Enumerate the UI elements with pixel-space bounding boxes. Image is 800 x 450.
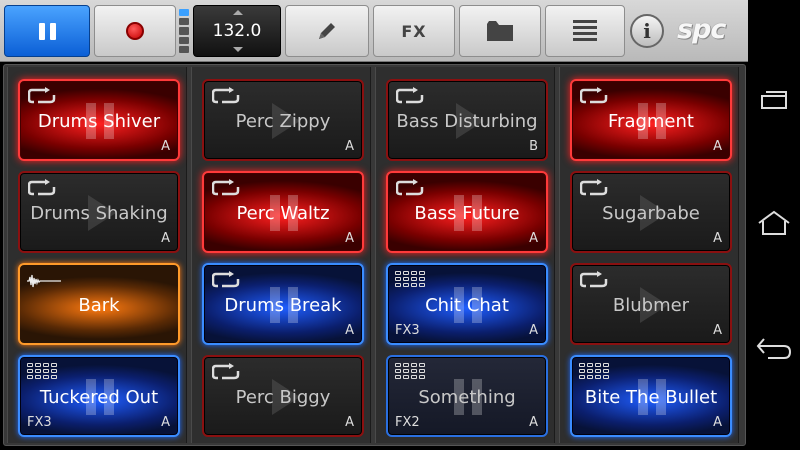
pad-4-4[interactable]: Bite The Bullet A (570, 355, 732, 437)
tempo-value: 132.0 (212, 21, 262, 41)
pause-icon (38, 22, 56, 40)
loop-icon (579, 271, 608, 289)
loop-icon (27, 179, 56, 197)
pad-name: Perc Zippy (235, 111, 331, 132)
loop-icon (579, 179, 608, 197)
loop-icon (395, 87, 424, 105)
sequencer-grid-icon (579, 363, 609, 379)
pad-1-1[interactable]: Drums Shiver A (18, 79, 180, 161)
pad-group-letter: A (345, 415, 354, 430)
pad-group-letter: A (345, 139, 354, 154)
pad-group-letter: A (529, 415, 538, 430)
loop-icon (27, 87, 56, 105)
pad-name: Fragment (608, 111, 694, 132)
pad-2-3[interactable]: Bass Future A (386, 171, 548, 253)
menu-button[interactable] (545, 5, 625, 57)
record-icon (126, 22, 144, 40)
loop-icon (211, 179, 240, 197)
pad-name: Perc Biggy (235, 387, 331, 408)
folder-button[interactable] (459, 5, 541, 57)
toolbar: 132.0 FX i spc (0, 0, 748, 62)
loop-icon (579, 87, 608, 105)
pad-group-letter: A (161, 415, 170, 430)
recent-apps-icon[interactable] (760, 90, 788, 110)
pad-name: Chit Chat (425, 295, 509, 316)
pad-2-1[interactable]: Drums Shaking A (18, 171, 180, 253)
pad-name: Drums Break (224, 295, 342, 316)
pad-2-2[interactable]: Perc Waltz A (202, 171, 364, 253)
pad-name: Bark (78, 295, 120, 316)
list-icon (573, 20, 597, 41)
pad-name: Bass Future (414, 203, 520, 224)
home-icon[interactable] (757, 210, 791, 236)
pad-name: Sugarbabe (602, 203, 700, 224)
pad-name: Tuckered Out (39, 387, 159, 408)
pad-group-letter: A (529, 231, 538, 246)
pause-button[interactable] (4, 5, 90, 57)
pad-name: Perc Waltz (236, 203, 330, 224)
pad-1-4[interactable]: Fragment A (570, 79, 732, 161)
pad-2-4[interactable]: Sugarbabe A (570, 171, 732, 253)
pad-group-letter: A (713, 231, 722, 246)
pad-4-2[interactable]: Perc Biggy A (202, 355, 364, 437)
sequencer-grid-icon (395, 363, 425, 379)
sequencer-grid-icon (395, 271, 425, 287)
folder-icon (487, 21, 513, 41)
pad-name: Bite The Bullet (584, 387, 718, 408)
loop-icon (211, 363, 240, 381)
app-logo: spc (677, 14, 726, 45)
edit-button[interactable] (285, 5, 369, 57)
fx-label: FX (401, 21, 427, 41)
tempo-up-icon (233, 10, 243, 15)
pad-fx-label: FX3 (27, 415, 52, 430)
pad-group-letter: A (529, 323, 538, 338)
waveform-icon (27, 273, 61, 288)
pad-group-letter: A (161, 231, 170, 246)
pad-name: Bass Disturbing (396, 111, 538, 132)
pad-4-3[interactable]: Something A FX2 (386, 355, 548, 437)
pad-1-3[interactable]: Bass Disturbing B (386, 79, 548, 161)
pad-group-letter: A (161, 139, 170, 154)
fx-button[interactable]: FX (373, 5, 455, 57)
pad-4-1[interactable]: Tuckered Out A FX3 (18, 355, 180, 437)
loop-icon (211, 87, 240, 105)
pad-group-letter: A (345, 323, 354, 338)
record-button[interactable] (94, 5, 176, 57)
pencil-icon (319, 23, 335, 39)
pad-group-letter: A (713, 323, 722, 338)
pad-name: Blubmer (612, 295, 690, 316)
bank-indicator (179, 9, 189, 54)
info-button[interactable]: i (630, 14, 664, 48)
pad-group-letter: A (713, 139, 722, 154)
pad-group-letter: A (345, 231, 354, 246)
pad-name: Drums Shiver (37, 111, 161, 132)
pad-3-2[interactable]: Drums Break A (202, 263, 364, 345)
loop-icon (211, 271, 240, 289)
pad-name: Something (418, 387, 516, 408)
sequencer-grid-icon (27, 363, 57, 379)
pad-fx-label: FX2 (395, 415, 420, 430)
pad-name: Drums Shaking (30, 203, 168, 224)
pad-group-letter: B (529, 139, 538, 154)
pad-3-4[interactable]: Blubmer A (570, 263, 732, 345)
tempo-display[interactable]: 132.0 (193, 5, 281, 57)
pad-1-2[interactable]: Perc Zippy A (202, 79, 364, 161)
pad-3-1[interactable]: Bark (18, 263, 180, 345)
back-icon[interactable] (756, 335, 792, 361)
pad-fx-label: FX3 (395, 323, 420, 338)
pad-group-letter: A (713, 415, 722, 430)
info-icon: i (643, 19, 651, 43)
pad-3-3[interactable]: Chit Chat A FX3 (386, 263, 548, 345)
loop-icon (395, 179, 424, 197)
tempo-down-icon (233, 47, 243, 52)
